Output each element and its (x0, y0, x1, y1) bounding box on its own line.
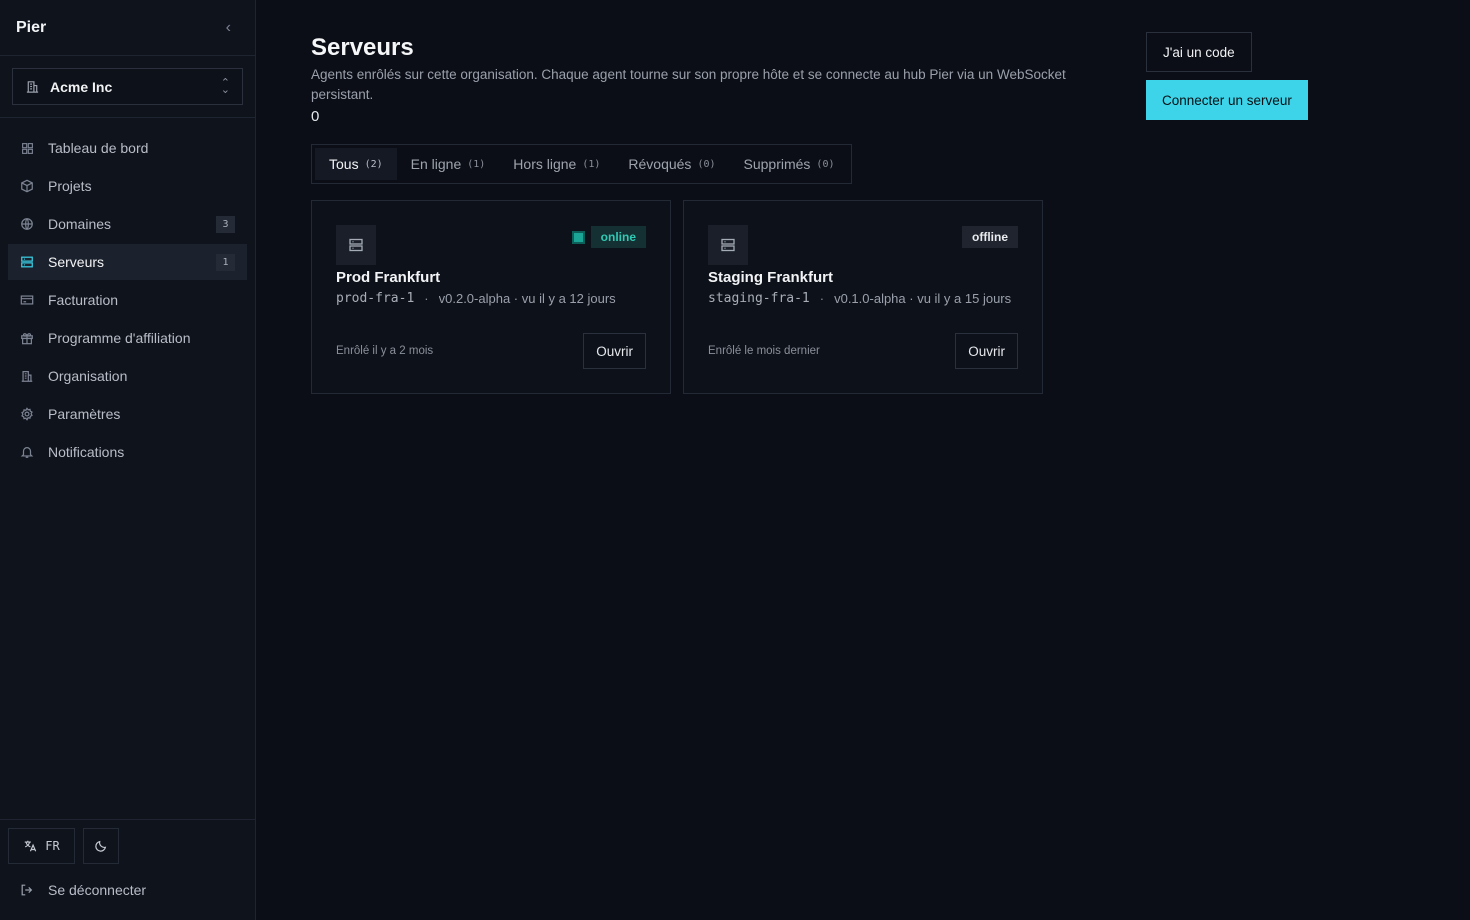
sidebar-nav: Tableau de bord Projets Domaines 3 Serve… (0, 118, 255, 484)
logout-icon (21, 884, 33, 896)
domains-count-badge: 3 (216, 215, 235, 233)
chevron-up-down-icon: ⌃ ⌄ (220, 76, 230, 96)
enrolled-date: Enrôlé il y a 2 mois (336, 345, 434, 357)
sidebar-item-organization[interactable]: Organisation (8, 358, 247, 394)
sidebar-item-billing[interactable]: Facturation (8, 282, 247, 318)
tab-label: En ligne (410, 156, 462, 172)
server-icon (336, 225, 376, 265)
status-indicator: offline (962, 226, 1018, 248)
moon-icon (95, 840, 107, 852)
tab-offline[interactable]: Hors ligne (1) (499, 148, 614, 180)
enrolled-date: Enrôlé le mois dernier (708, 345, 820, 357)
online-status-dot (571, 230, 585, 244)
tab-online[interactable]: En ligne (1) (397, 148, 500, 180)
sidebar-item-label: Domaines (48, 216, 112, 232)
logout-button[interactable]: Se déconnecter (8, 872, 247, 908)
sidebar-item-servers[interactable]: Serveurs 1 (8, 244, 247, 280)
tab-count: (0) (816, 158, 835, 170)
tab-count: (1) (582, 158, 601, 170)
server-slug: prod-fra-1 (336, 291, 415, 306)
status-indicator: online (571, 226, 646, 248)
gift-icon (20, 331, 34, 345)
building-icon (26, 81, 39, 93)
server-name: Staging Frankfurt (708, 269, 834, 286)
server-icon (708, 225, 748, 265)
sidebar-item-notifications[interactable]: Notifications (8, 434, 247, 470)
tab-revoked[interactable]: Révoqués (0) (614, 148, 729, 180)
org-switcher-wrap: Acme Inc ⌃ ⌄ (0, 56, 255, 118)
sidebar-item-projects[interactable]: Projets (8, 168, 247, 204)
status-badge: online (590, 226, 646, 248)
gear-icon (20, 407, 34, 421)
server-icon (20, 255, 34, 269)
tab-label: Supprimés (743, 156, 811, 172)
server-meta: staging-fra-1 · v0.1.0-alpha · vu il y a… (708, 291, 1020, 306)
dashboard-grid-icon (20, 141, 34, 155)
sidebar-item-label: Paramètres (48, 406, 121, 422)
logout-label: Se déconnecter (48, 882, 147, 898)
sidebar-header: Pier ‹ (0, 0, 255, 56)
sidebar-item-affiliate[interactable]: Programme d'affiliation (8, 320, 247, 356)
sidebar-item-label: Serveurs (48, 254, 105, 270)
page-subtitle: Agents enrôlés sur cette organisation. C… (311, 67, 1066, 102)
sidebar: Pier ‹ Acme Inc ⌃ ⌄ Tableau de bord Proje… (0, 0, 256, 920)
box-icon (20, 179, 34, 193)
footer-controls: FR (8, 828, 247, 864)
connect-server-button[interactable]: Connecter un serveur (1146, 80, 1308, 120)
sidebar-item-domains[interactable]: Domaines 3 (8, 206, 247, 242)
building-icon (20, 369, 34, 383)
have-code-button[interactable]: J'ai un code (1146, 32, 1252, 72)
tab-count: (1) (467, 158, 486, 170)
theme-toggle[interactable] (83, 828, 119, 864)
server-version-lastseen: v0.2.0-alpha · vu il y a 12 jours (438, 291, 616, 306)
server-card: offline Staging Frankfurt staging-fra-1 … (683, 200, 1043, 394)
sidebar-item-label: Facturation (48, 292, 119, 308)
sidebar-item-label: Organisation (48, 368, 128, 384)
collapse-sidebar-icon[interactable]: ‹ (226, 19, 231, 37)
server-slug: staging-fra-1 (708, 291, 810, 306)
sidebar-item-label: Tableau de bord (48, 140, 149, 156)
sidebar-item-label: Projets (48, 178, 92, 194)
sidebar-footer: FR Se déconnecter (0, 819, 255, 920)
status-badge: offline (962, 226, 1018, 248)
server-count: 0 (311, 108, 320, 125)
sidebar-item-settings[interactable]: Paramètres (8, 396, 247, 432)
server-version-lastseen: v0.1.0-alpha · vu il y a 15 jours (834, 291, 1012, 306)
open-server-button[interactable]: Ouvrir (955, 333, 1018, 369)
sidebar-item-dashboard[interactable]: Tableau de bord (8, 130, 247, 166)
tab-count: (0) (697, 158, 716, 170)
org-switcher[interactable]: Acme Inc ⌃ ⌄ (12, 68, 243, 105)
status-filter-tabs: Tous (2) En ligne (1) Hors ligne (1) Rév… (311, 144, 853, 184)
tab-count: (2) (364, 158, 383, 170)
credit-card-icon (20, 293, 34, 307)
tab-label: Révoqués (628, 156, 692, 172)
sidebar-item-label: Programme d'affiliation (48, 330, 191, 346)
meta-separator: · (424, 291, 429, 306)
tab-deleted[interactable]: Supprimés (0) (730, 148, 849, 180)
open-server-button[interactable]: Ouvrir (583, 333, 646, 369)
server-meta: prod-fra-1 · v0.2.0-alpha · vu il y a 12… (336, 291, 648, 306)
servers-count-badge: 1 (216, 253, 235, 271)
tab-all[interactable]: Tous (2) (315, 148, 397, 180)
org-name: Acme Inc (50, 78, 113, 95)
language-code: FR (45, 839, 60, 853)
page-title: Serveurs (311, 34, 414, 61)
bell-icon (20, 445, 34, 459)
tab-label: Tous (329, 156, 359, 172)
brand-name: Pier (16, 18, 47, 36)
translate-icon (25, 840, 37, 852)
server-card: online Prod Frankfurt prod-fra-1 · v0.2.… (311, 200, 671, 394)
meta-separator: · (819, 291, 825, 306)
language-switcher[interactable]: FR (8, 828, 75, 864)
sidebar-item-label: Notifications (48, 444, 125, 460)
server-name: Prod Frankfurt (336, 269, 441, 286)
globe-icon (20, 217, 34, 231)
tab-label: Hors ligne (513, 156, 577, 172)
